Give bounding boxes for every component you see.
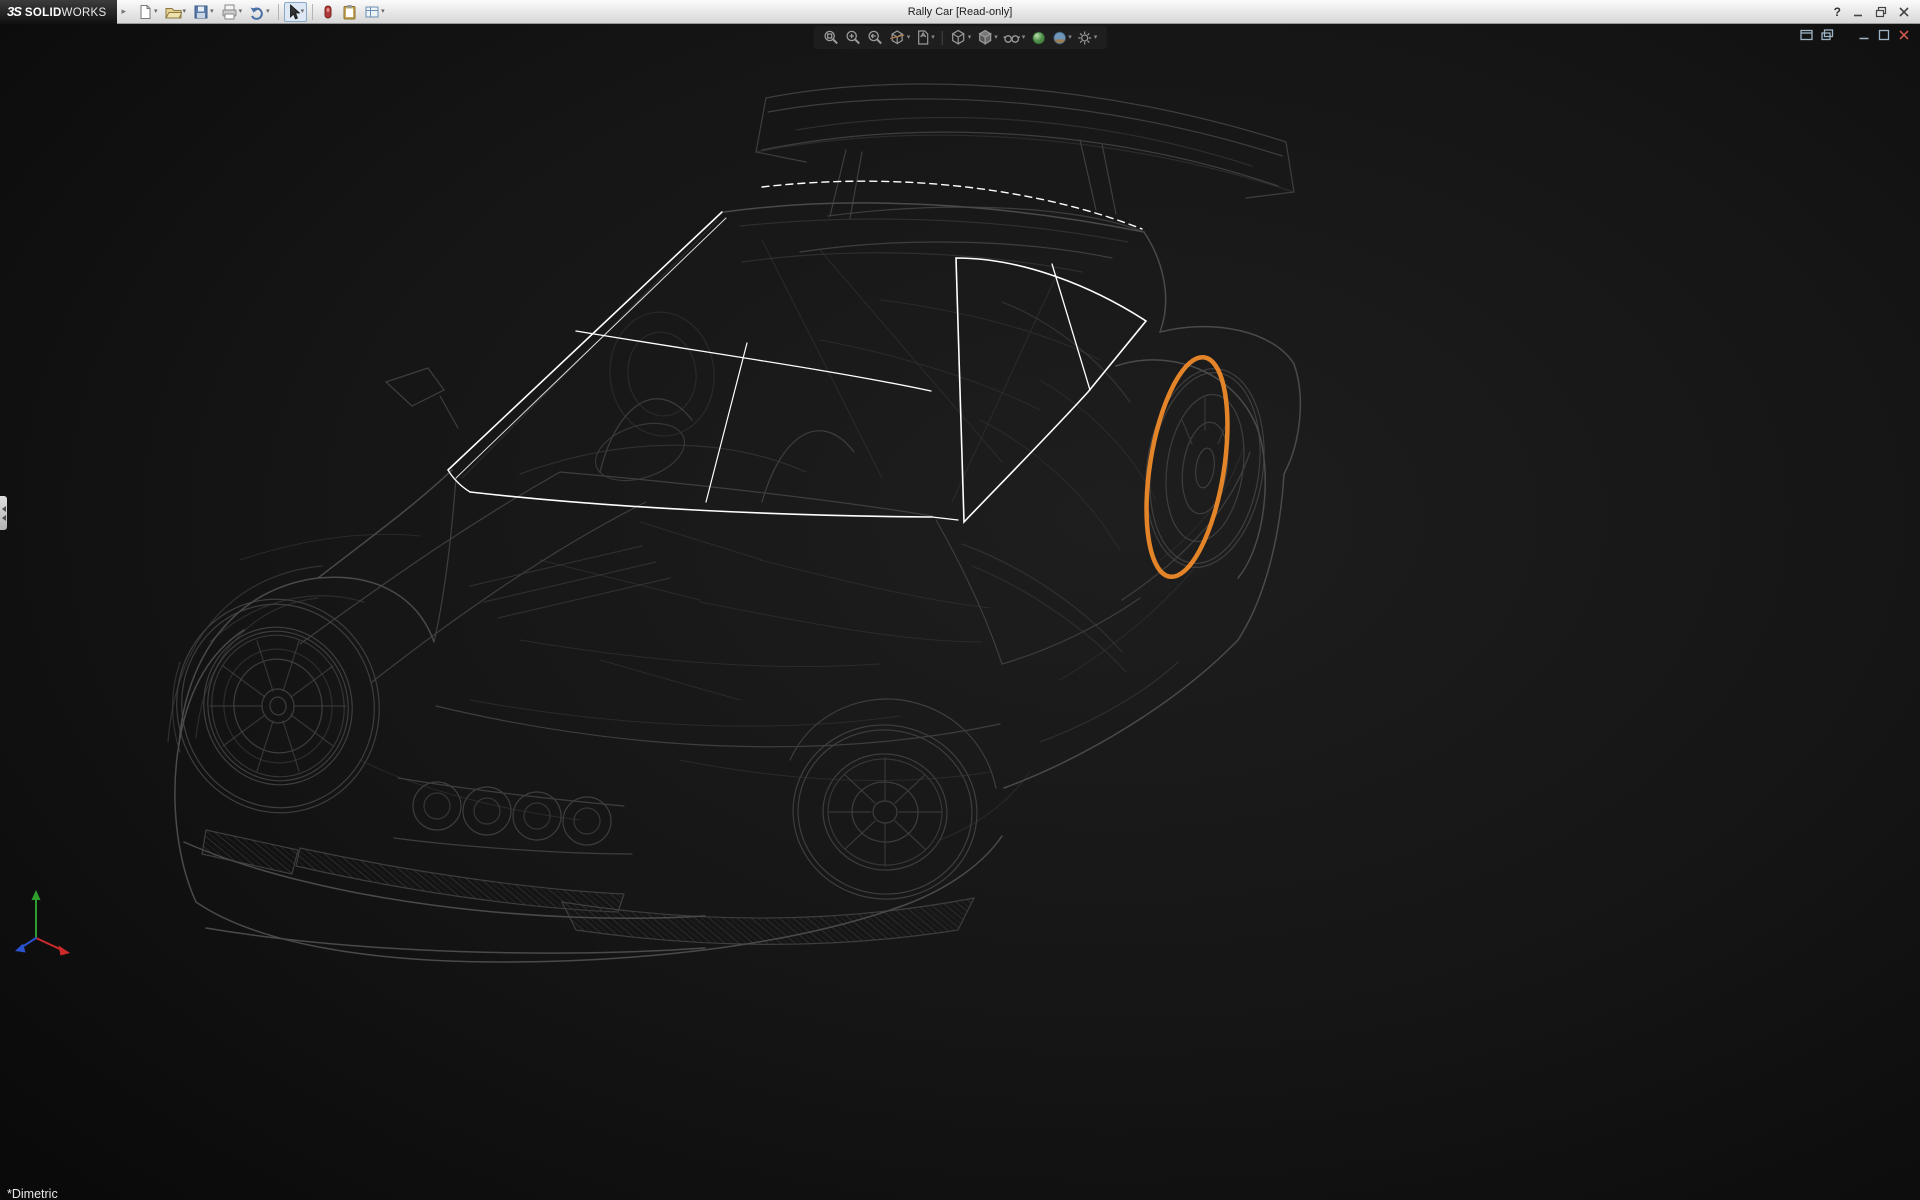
dropdown-caret-icon[interactable]: ▾	[1094, 34, 1098, 41]
car-structural-lines	[240, 240, 1244, 840]
undo-icon	[249, 4, 265, 20]
collapse-left-icon	[2, 506, 6, 512]
minimize-window-button[interactable]	[1858, 29, 1870, 41]
dropdown-caret-icon[interactable]: ▾	[381, 8, 385, 15]
options-icon	[364, 4, 380, 20]
menu-expander-icon[interactable]: ▸	[122, 6, 127, 17]
xpress-products-icon	[321, 4, 335, 20]
select-button[interactable]: ▾	[284, 2, 308, 22]
view-settings-icon	[1077, 30, 1093, 46]
hide-show-items-icon	[1003, 30, 1021, 45]
select-icon	[287, 4, 300, 20]
open-icon	[165, 4, 182, 20]
dropdown-caret-icon[interactable]: ▾	[907, 34, 911, 41]
grille-mesh	[202, 830, 974, 944]
collapse-left-icon	[2, 515, 6, 521]
apply-scene-icon	[1051, 30, 1067, 46]
restore-button[interactable]	[1875, 6, 1887, 18]
full-screen-button[interactable]	[1800, 29, 1813, 41]
car-detail-lines	[157, 84, 1294, 944]
file-properties-button[interactable]	[339, 2, 360, 22]
section-view-button[interactable]: ▾	[888, 28, 912, 47]
rear-wing	[756, 84, 1294, 218]
maximize-window-button[interactable]	[1878, 29, 1890, 41]
orientation-triad	[15, 890, 70, 956]
dropdown-caret-icon[interactable]: ▾	[154, 8, 158, 15]
xpress-products-button[interactable]	[318, 2, 338, 22]
solidworks-logo: 3S SOLIDWORKS	[0, 0, 117, 24]
dropdown-caret-icon[interactable]: ▾	[968, 34, 972, 41]
dropdown-caret-icon[interactable]: ▾	[210, 8, 214, 15]
main-toolbar: ▾ ▾ ▾ ▾ ▾ ▾	[135, 2, 388, 22]
front-right-wheel	[784, 699, 996, 908]
viewport-window-controls	[1800, 29, 1910, 41]
highlighted-glass-edges	[448, 181, 1146, 522]
annotation-views-icon	[915, 29, 930, 46]
model-canvas[interactable]	[0, 24, 1920, 1200]
car-body-outline	[175, 203, 1300, 962]
annotation-views-button[interactable]: ▾	[914, 28, 936, 47]
title-bar: 3S SOLIDWORKS ▸ ▾ ▾ ▾ ▾	[0, 0, 1920, 24]
toolbar-separator	[278, 4, 279, 20]
zoom-to-fit-icon	[823, 29, 840, 46]
apply-scene-button[interactable]: ▾	[1050, 29, 1073, 47]
logo-text: SOLIDWORKS	[25, 3, 107, 21]
dropdown-caret-icon[interactable]: ▾	[301, 8, 305, 15]
heads-up-view-toolbar: ▾ ▾ ▾ ▾ ▾ ▾	[814, 26, 1107, 49]
triad-x-arrow-icon	[59, 946, 71, 956]
view-settings-button[interactable]: ▾	[1076, 29, 1099, 47]
headlight-ring-icons	[394, 778, 632, 854]
save-icon	[193, 4, 209, 20]
print-icon	[221, 4, 238, 20]
new-document-icon	[138, 4, 153, 20]
edit-appearance-button[interactable]	[1029, 29, 1047, 47]
toolbar-separator	[942, 31, 943, 45]
close-window-button[interactable]	[1898, 29, 1910, 41]
dropdown-caret-icon[interactable]: ▾	[266, 8, 270, 15]
previous-view-icon	[867, 29, 884, 46]
zoom-to-area-button[interactable]	[844, 28, 863, 47]
options-button[interactable]: ▾	[361, 2, 388, 22]
save-button[interactable]: ▾	[190, 2, 217, 22]
dropdown-caret-icon[interactable]: ▾	[1022, 34, 1026, 41]
triad-y-arrow-icon	[32, 890, 41, 900]
display-style-button[interactable]: ▾	[975, 28, 999, 47]
dropdown-caret-icon[interactable]: ▾	[994, 34, 998, 41]
restore-window-button[interactable]	[1821, 29, 1834, 41]
toolbar-separator	[312, 4, 313, 20]
view-orientation-label: *Dimetric	[7, 1187, 58, 1200]
close-button[interactable]	[1898, 6, 1910, 18]
front-left-wheel	[157, 580, 399, 831]
file-properties-icon	[342, 4, 357, 20]
view-orientation-button[interactable]: ▾	[949, 28, 973, 47]
open-button[interactable]: ▾	[162, 2, 190, 22]
window-controls: ?	[1834, 5, 1920, 19]
display-style-icon	[976, 29, 993, 46]
solidworks-window: 3S SOLIDWORKS ▸ ▾ ▾ ▾ ▾	[0, 0, 1920, 1200]
view-orientation-icon	[950, 29, 967, 46]
previous-view-button[interactable]	[866, 28, 885, 47]
minimize-button[interactable]	[1852, 6, 1864, 18]
dropdown-caret-icon[interactable]: ▾	[239, 8, 243, 15]
dropdown-caret-icon[interactable]: ▾	[183, 8, 187, 15]
edit-appearance-icon	[1030, 30, 1046, 46]
hide-show-items-button[interactable]: ▾	[1002, 29, 1027, 46]
panel-splitter-handle[interactable]	[0, 496, 7, 530]
section-view-icon	[889, 29, 906, 46]
dropdown-caret-icon[interactable]: ▾	[1068, 34, 1072, 41]
dropdown-caret-icon[interactable]: ▾	[931, 34, 935, 41]
new-document-button[interactable]: ▾	[135, 2, 161, 22]
print-button[interactable]: ▾	[218, 2, 246, 22]
graphics-viewport[interactable]: ▾ ▾ ▾ ▾ ▾ ▾	[0, 24, 1920, 1200]
ds-logo-icon: 3S	[7, 4, 21, 19]
undo-button[interactable]: ▾	[246, 2, 273, 22]
zoom-to-area-icon	[845, 29, 862, 46]
help-button[interactable]: ?	[1834, 5, 1841, 19]
zoom-to-fit-button[interactable]	[822, 28, 841, 47]
